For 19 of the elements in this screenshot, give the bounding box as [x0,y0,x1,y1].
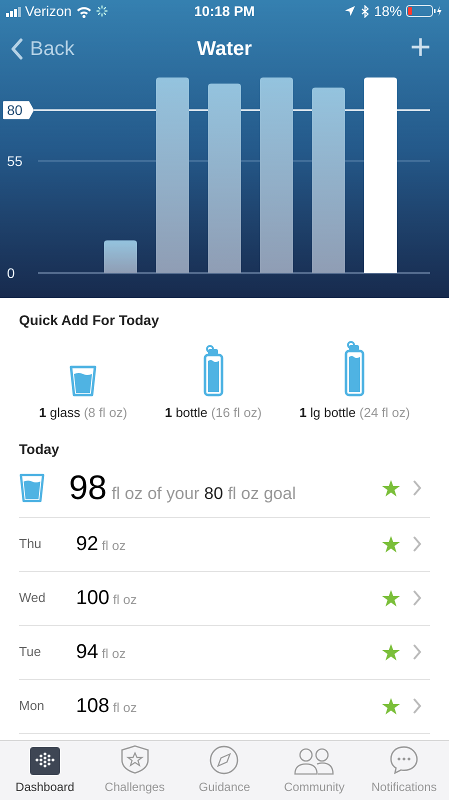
screen-title: Water [197,36,252,62]
day-total: 92 fl oz [76,532,126,557]
battery-percent: 18% [374,2,402,20]
section-title: Today [19,440,60,459]
day-label: Wed [19,589,46,608]
status-time: 10:18 PM [193,2,256,20]
day-total: 108 fl oz [76,694,137,719]
day-label: Thu [19,535,42,554]
section-title: Quick Add For Today [19,311,160,330]
y-tick-label: 80 [7,102,23,118]
day-label: Tue [19,643,42,662]
axis-label: 0 [7,265,15,281]
day-total: 100 fl oz [76,586,137,611]
day-total: 94 fl oz [76,640,126,665]
carrier-name: Verizon [25,2,72,20]
axis-label: 55 [7,153,23,169]
today-summary: 98 fl oz of your 80 fl oz goal [69,468,296,508]
goal-tag: 80 [3,101,34,120]
day-label: Mon [19,697,46,716]
